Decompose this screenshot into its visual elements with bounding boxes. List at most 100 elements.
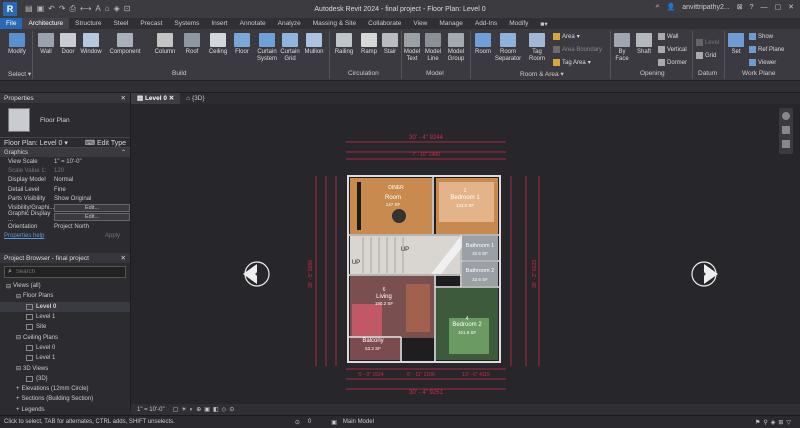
modify-button[interactable]: Modify — [6, 33, 28, 56]
grid-button[interactable]: Grid — [696, 52, 716, 59]
curtain-grid-button[interactable]: Curtain Grid — [279, 33, 301, 63]
browser-item[interactable]: + Elevations (12mm Circle) — [0, 384, 130, 394]
dim-bottom-3[interactable]: 13' - 6" 4115 — [462, 372, 490, 378]
browser-item[interactable]: Site — [0, 322, 130, 332]
tab-steel[interactable]: Steel — [108, 20, 135, 27]
steering-wheel-icon[interactable] — [782, 126, 790, 134]
contextual-tab-icon[interactable]: ■▾ — [534, 20, 553, 28]
browser-item[interactable]: ⊟ Views (all) — [0, 281, 130, 291]
set-button[interactable]: Set — [727, 33, 745, 56]
room-area-panel-label[interactable]: Room & Area ▾ — [520, 70, 564, 78]
property-value[interactable]: Normal — [54, 177, 130, 183]
browser-item[interactable]: ⊟ 3D Views — [0, 363, 130, 373]
dormer-button[interactable]: Dormer — [658, 59, 687, 66]
browser-item[interactable]: Level 1 — [0, 312, 130, 322]
component-button[interactable]: Component — [108, 33, 142, 56]
search-icon[interactable]: ⌕ — [656, 3, 660, 11]
undo-icon[interactable]: ↶ — [48, 4, 55, 14]
select-panel-label[interactable]: Select ▾ — [8, 70, 31, 78]
worksets-icon[interactable]: ⊙ — [295, 419, 300, 426]
area-button[interactable]: Area ▾ — [553, 33, 580, 40]
room-tag-room[interactable]: Room — [385, 195, 401, 201]
view-tab-3d[interactable]: ⌂ {3D} — [180, 93, 210, 104]
3d-view-icon[interactable]: ⌂ — [105, 4, 110, 14]
graphics-section-header[interactable]: Graphics ⌃ — [0, 148, 130, 157]
design-options-icon[interactable]: ▣ — [331, 419, 337, 426]
property-row[interactable]: Graphic Display ... Edit... — [0, 211, 130, 223]
active-model[interactable]: Main Model — [343, 419, 374, 425]
save-icon[interactable]: ▣ — [37, 4, 45, 14]
measure-icon[interactable]: ⟷ — [80, 4, 91, 14]
shaft-button[interactable]: Shaft — [634, 33, 654, 56]
close-windows-icon[interactable]: ⊡ — [124, 4, 131, 14]
zoom-icon[interactable] — [782, 140, 790, 148]
redo-icon[interactable]: ↷ — [59, 4, 66, 14]
apply-button[interactable]: Apply — [99, 233, 126, 239]
browser-item[interactable]: + Legends — [0, 405, 130, 415]
dim-right[interactable]: 30' - 3" 9223 — [532, 260, 538, 288]
property-value[interactable]: Edit... — [54, 213, 130, 222]
tab-view[interactable]: View — [407, 20, 433, 27]
browser-item[interactable]: Level 0 — [0, 301, 130, 312]
browser-item[interactable]: Level 0 — [0, 343, 130, 353]
elevation-marker-east[interactable] — [691, 261, 718, 287]
room-fill-bathroom2[interactable] — [462, 262, 498, 286]
property-value[interactable]: Edit... — [54, 204, 130, 213]
property-row[interactable]: View Scale 1" = 10'-0" — [0, 157, 130, 166]
ref-plane-button[interactable]: Ref Plane — [749, 46, 784, 53]
railing-button[interactable]: Railing — [332, 33, 356, 56]
tag-area-button[interactable]: Tag Area ▾ — [553, 59, 591, 66]
column-button[interactable]: Column — [152, 33, 178, 56]
room-tag-diner[interactable]: DINER — [388, 185, 404, 191]
area-boundary-button[interactable]: Area Boundary — [553, 46, 602, 53]
tag-room-button[interactable]: Tag Room — [526, 33, 548, 63]
tab-addins[interactable]: Add-Ins — [469, 20, 503, 27]
section-icon[interactable]: ◈ — [114, 4, 120, 14]
model-line-button[interactable]: Model Line — [423, 33, 443, 63]
browser-item[interactable]: Level 1 — [0, 353, 130, 363]
wall-opening-button[interactable]: Wall — [658, 33, 678, 40]
view-control-icons[interactable]: ▢☀◐⊕▣◧◇⊙ — [173, 406, 238, 413]
selection-filter-icons[interactable]: ⚑⚲◈⊞▽ — [755, 419, 794, 426]
viewcube-icon[interactable] — [782, 112, 790, 120]
minimize-button[interactable]: — — [761, 4, 768, 11]
level-button[interactable]: Level — [696, 39, 719, 46]
viewer-button[interactable]: Viewer — [749, 59, 776, 66]
type-selector[interactable]: Floor Plan — [0, 103, 130, 137]
dim-left[interactable]: 30' - 5" 9266 — [308, 260, 314, 288]
room-tag-bedroom1[interactable]: Bedroom 1 — [450, 195, 480, 201]
tab-modify[interactable]: Modify — [503, 20, 534, 27]
door-button[interactable]: Door — [58, 33, 78, 56]
room-tag-bedroom2[interactable]: Bedroom 2 — [452, 322, 482, 328]
elevation-marker-west[interactable] — [243, 261, 270, 287]
dim-bottom-2[interactable]: 6' - 11" 2106 — [407, 372, 435, 378]
ramp-button[interactable]: Ramp — [358, 33, 380, 56]
tab-systems[interactable]: Systems — [168, 20, 205, 27]
help-icon[interactable]: ? — [750, 4, 754, 11]
browser-search-input[interactable] — [15, 269, 116, 275]
property-value[interactable]: 120 — [54, 168, 130, 174]
room-tag-balcony[interactable]: Balcony — [362, 338, 383, 344]
tab-precast[interactable]: Precast — [134, 20, 168, 27]
property-row[interactable]: Orientation Project North — [0, 222, 130, 231]
dim-bottom-1[interactable]: 5' - 0" 1524 — [358, 372, 383, 378]
browser-item[interactable]: ⊟ Ceiling Plans — [0, 332, 130, 342]
property-value[interactable]: 1" = 10'-0" — [54, 159, 130, 165]
tab-architecture[interactable]: Architecture — [22, 18, 70, 29]
tab-manage[interactable]: Manage — [433, 20, 469, 27]
user-name[interactable]: anvittripathy2... — [682, 4, 729, 11]
close-icon[interactable]: ✕ — [121, 94, 126, 102]
property-value[interactable]: Fine — [54, 187, 130, 193]
property-value[interactable]: Project North — [54, 224, 130, 230]
curtain-system-button[interactable]: Curtain System — [256, 33, 278, 63]
tab-massing[interactable]: Massing & Site — [307, 20, 362, 27]
properties-help-link[interactable]: Properties help — [4, 233, 44, 239]
dim-top[interactable]: 30' - 4" 9244 — [409, 135, 443, 141]
property-value[interactable]: Show Original — [54, 196, 130, 202]
close-icon[interactable]: ✕ — [121, 254, 126, 262]
cart-icon[interactable]: ⊠ — [737, 3, 743, 11]
tab-structure[interactable]: Structure — [69, 20, 107, 27]
print-icon[interactable]: ⎙ — [70, 4, 76, 14]
dim-top-2[interactable]: 7' - 10" 2400 — [412, 152, 440, 158]
dim-bottom-total[interactable]: 30' - 4" 9251 — [409, 390, 443, 396]
